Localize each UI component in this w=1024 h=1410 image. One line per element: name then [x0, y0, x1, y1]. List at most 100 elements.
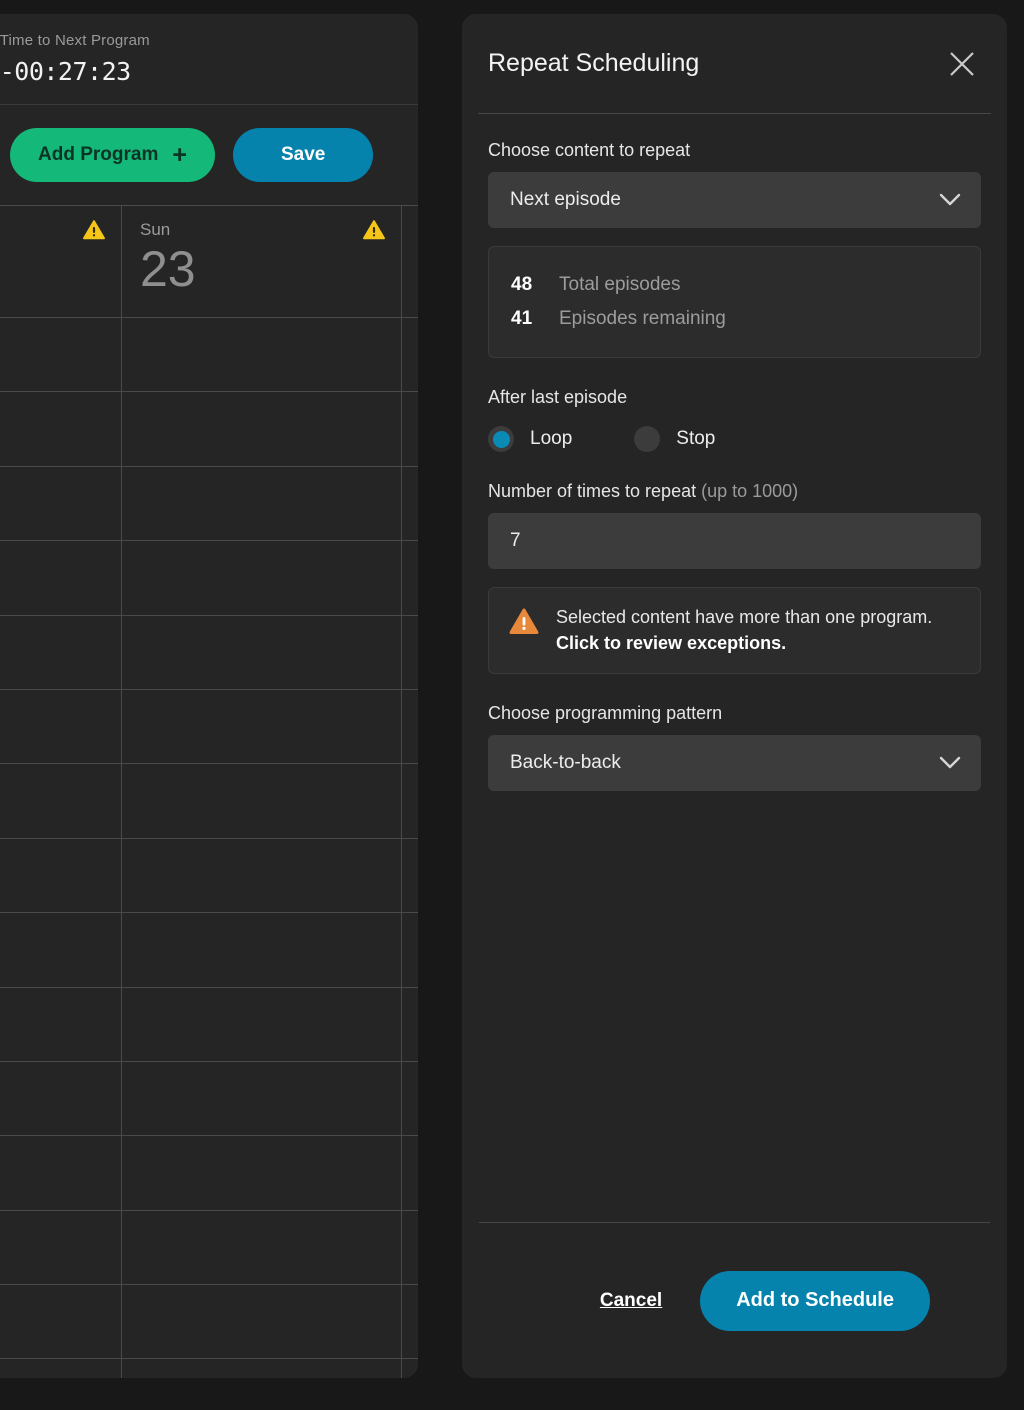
- schedule-grid-cell[interactable]: [122, 466, 402, 541]
- programming-pattern-label: Choose programming pattern: [488, 703, 723, 724]
- schedule-panel: rogram 49 Time to Next Program -00:27:23…: [0, 14, 418, 1378]
- programming-pattern-field: Choose programming pattern Back-to-back: [488, 703, 981, 792]
- schedule-grid-row[interactable]: [0, 1061, 418, 1137]
- schedule-grid-cell[interactable]: [0, 913, 122, 987]
- warning-link[interactable]: Click to review exceptions.: [556, 633, 786, 653]
- content-to-repeat-select[interactable]: Next episode: [488, 172, 981, 228]
- repeat-count-label-text: Number of times to repeat: [488, 481, 697, 501]
- radio-option-loop[interactable]: Loop: [488, 426, 572, 452]
- programming-pattern-value: Back-to-back: [510, 752, 621, 774]
- schedule-grid-cell[interactable]: [122, 1285, 402, 1359]
- add-to-schedule-button[interactable]: Add to Schedule: [700, 1270, 930, 1331]
- schedule-grid-cell[interactable]: [0, 318, 122, 392]
- schedule-grid-cell[interactable]: [122, 392, 402, 466]
- schedule-grid-row[interactable]: [0, 1210, 418, 1286]
- schedule-grid-cell[interactable]: [0, 615, 122, 689]
- cancel-button[interactable]: Cancel: [600, 1290, 662, 1312]
- schedule-grid-cell[interactable]: [122, 838, 402, 913]
- schedule-grid-row[interactable]: [0, 466, 418, 542]
- schedule-grid-cell[interactable]: [0, 764, 122, 838]
- schedule-grid-cell[interactable]: [122, 1136, 402, 1210]
- schedule-grid-cell[interactable]: [122, 987, 402, 1061]
- content-to-repeat-field: Choose content to repeat Next episode: [488, 140, 981, 228]
- schedule-grid-cell[interactable]: [0, 1210, 122, 1285]
- repeat-count-input[interactable]: 7: [488, 513, 981, 569]
- schedule-grid-cell[interactable]: [122, 764, 402, 838]
- after-last-episode-field: After last episode Loop Stop: [488, 387, 981, 452]
- schedule-grid-cell[interactable]: [0, 689, 122, 764]
- schedule-grid-cell[interactable]: [0, 1359, 122, 1378]
- schedule-grid-cell[interactable]: [0, 987, 122, 1061]
- schedule-grid-cell[interactable]: [122, 615, 402, 689]
- schedule-grid-row[interactable]: [0, 1359, 418, 1378]
- plus-icon: +: [172, 140, 187, 169]
- total-episodes-count: 48: [511, 274, 533, 295]
- schedule-action-bar: Add Program + Save: [0, 105, 418, 205]
- save-button[interactable]: Save: [232, 128, 374, 182]
- stat-time-label: Time to Next Program: [0, 32, 150, 49]
- schedule-grid-row[interactable]: [0, 689, 418, 765]
- schedule-grid-cell[interactable]: [0, 466, 122, 541]
- radio-dot-loop: [488, 426, 514, 452]
- stat-total-episodes: 48 Total episodes: [489, 268, 980, 302]
- schedule-grid-row[interactable]: [0, 318, 418, 393]
- stat-time-to-next-program: Time to Next Program -00:27:23: [0, 32, 176, 86]
- episodes-remaining-count: 41: [511, 308, 533, 329]
- schedule-grid-row[interactable]: [0, 392, 418, 467]
- repeat-scheduling-modal: Repeat Scheduling Choose content to repe…: [462, 14, 1007, 1378]
- warning-triangle-icon[interactable]: [83, 220, 105, 240]
- warning-triangle-icon[interactable]: [363, 220, 385, 240]
- stat-time-value: -00:27:23: [0, 57, 131, 86]
- schedule-grid-cell[interactable]: [122, 1359, 402, 1378]
- schedule-grid-cell[interactable]: [122, 1210, 402, 1285]
- schedule-grid-row[interactable]: [0, 764, 418, 839]
- schedule-time-grid[interactable]: [0, 318, 418, 1378]
- warning-triangle-icon: [509, 608, 539, 634]
- schedule-grid-cell[interactable]: [122, 541, 402, 615]
- schedule-grid-cell[interactable]: [122, 1061, 402, 1136]
- after-last-episode-radio-group: Loop Stop: [488, 426, 981, 452]
- programming-pattern-select[interactable]: Back-to-back: [488, 735, 981, 792]
- radio-option-stop[interactable]: Stop: [634, 426, 715, 452]
- schedule-grid-cell[interactable]: [122, 318, 402, 392]
- warning-message: Selected content have more than one prog…: [556, 607, 933, 627]
- schedule-grid-cell[interactable]: [122, 689, 402, 764]
- radio-dot-stop: [634, 426, 661, 452]
- schedule-grid-row[interactable]: [0, 615, 418, 690]
- day-column-header-sun[interactable]: Sun 23: [122, 206, 402, 317]
- schedule-grid-row[interactable]: [0, 987, 418, 1062]
- radio-label-stop: Stop: [676, 428, 716, 449]
- schedule-grid-row[interactable]: [0, 913, 418, 988]
- modal-header: Repeat Scheduling: [462, 14, 1007, 113]
- schedule-grid-cell[interactable]: [0, 541, 122, 615]
- day-name-sun: Sun: [140, 220, 171, 239]
- day-number-sun: 23: [140, 241, 196, 297]
- add-program-label: Add Program: [38, 144, 159, 165]
- schedule-grid-cell[interactable]: [122, 913, 402, 987]
- schedule-stats-bar: rogram 49 Time to Next Program -00:27:23: [0, 14, 418, 104]
- schedule-grid-row[interactable]: [0, 1285, 418, 1360]
- modal-body: Choose content to repeat Next episode 48…: [462, 114, 1007, 1222]
- close-icon[interactable]: [945, 47, 979, 81]
- content-to-repeat-label: Choose content to repeat: [488, 140, 691, 160]
- schedule-grid-row[interactable]: [0, 1136, 418, 1211]
- chevron-down-icon: [939, 756, 961, 769]
- modal-footer: Cancel Add to Schedule: [462, 1223, 1007, 1378]
- schedule-grid-cell[interactable]: [0, 838, 122, 913]
- repeat-count-hint: (up to 1000): [701, 481, 799, 501]
- repeat-count-label: Number of times to repeat (up to 1000): [488, 481, 981, 502]
- day-column-header-prev[interactable]: [0, 206, 122, 317]
- repeat-count-field: Number of times to repeat (up to 1000) 7: [488, 481, 981, 569]
- day-header-row: Sun 23: [0, 205, 418, 318]
- schedule-grid-cell[interactable]: [0, 392, 122, 466]
- add-program-button[interactable]: Add Program +: [10, 128, 215, 182]
- page-title: Repeat Scheduling: [488, 49, 700, 77]
- app-root: rogram 49 Time to Next Program -00:27:23…: [0, 0, 1024, 1410]
- schedule-grid-cell[interactable]: [0, 1285, 122, 1359]
- schedule-grid-row[interactable]: [0, 838, 418, 914]
- exceptions-warning-banner[interactable]: Selected content have more than one prog…: [488, 587, 981, 675]
- after-last-episode-label: After last episode: [488, 387, 628, 407]
- schedule-grid-row[interactable]: [0, 541, 418, 616]
- schedule-grid-cell[interactable]: [0, 1061, 122, 1136]
- schedule-grid-cell[interactable]: [0, 1136, 122, 1210]
